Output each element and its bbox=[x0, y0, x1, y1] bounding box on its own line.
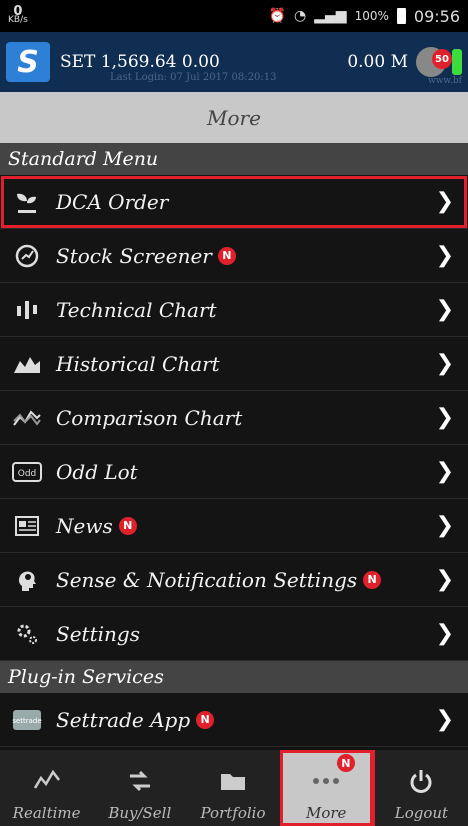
chevron-right-icon: ❯ bbox=[435, 621, 454, 646]
tab-realtime[interactable]: Realtime bbox=[0, 750, 93, 826]
app-logo-icon: S bbox=[6, 42, 50, 82]
sense-icon bbox=[12, 565, 42, 595]
menu-item-label: Stock Screener bbox=[56, 243, 212, 268]
new-badge: N bbox=[118, 516, 137, 535]
chevron-right-icon: ❯ bbox=[435, 189, 454, 214]
buy-sell-icon bbox=[126, 764, 154, 798]
menu-item-stock-screener[interactable]: Stock Screener N ❯ bbox=[0, 229, 468, 283]
menu-item-label: Comparison Chart bbox=[56, 405, 243, 430]
plugin-list: settrade Settrade App N ❯ bbox=[0, 693, 468, 747]
market-volume: 0.00 M bbox=[347, 52, 408, 72]
battery-percent: 100% bbox=[354, 9, 389, 23]
area-chart-icon bbox=[12, 349, 42, 379]
last-login: Last Login: 07 Jul 2017 08:20:13 bbox=[110, 72, 277, 83]
new-badge: N bbox=[196, 710, 215, 729]
connection-status-icon bbox=[452, 49, 462, 75]
tab-label: Buy/Sell bbox=[108, 804, 172, 822]
page-title: More bbox=[0, 92, 468, 143]
tab-logout[interactable]: Logout bbox=[372, 750, 468, 826]
chevron-right-icon: ❯ bbox=[435, 459, 454, 484]
menu-item-label: News bbox=[56, 513, 113, 538]
power-icon bbox=[408, 764, 434, 798]
section-standard-menu: Standard Menu bbox=[0, 143, 468, 175]
menu-item-label: Settings bbox=[56, 621, 140, 646]
menu-item-news[interactable]: News N ❯ bbox=[0, 499, 468, 553]
notification-count: 50 bbox=[432, 49, 452, 69]
tab-label: Logout bbox=[394, 804, 449, 822]
network-speed: 0 KB/s bbox=[8, 4, 28, 25]
set-index: SET 1,569.64 0.00 bbox=[60, 52, 220, 72]
menu-item-label: DCA Order bbox=[56, 189, 169, 214]
menu-item-label: Settrade App bbox=[56, 707, 191, 732]
market-ticker: S SET 1,569.64 0.00 0.00 M 50 Last Login… bbox=[0, 32, 468, 92]
plant-icon bbox=[12, 187, 42, 217]
tab-label: Realtime bbox=[12, 804, 81, 822]
chevron-right-icon: ❯ bbox=[435, 567, 454, 592]
chevron-right-icon: ❯ bbox=[435, 405, 454, 430]
compare-icon bbox=[12, 403, 42, 433]
battery-icon bbox=[396, 8, 406, 24]
new-badge: N bbox=[363, 570, 382, 589]
candlestick-icon bbox=[12, 295, 42, 325]
svg-text:settrade: settrade bbox=[12, 717, 41, 725]
screener-icon bbox=[12, 241, 42, 271]
menu-item-label: Historical Chart bbox=[56, 351, 220, 376]
alarm-icon: ⏰ bbox=[268, 8, 287, 24]
section-plugin-services: Plug-in Services bbox=[0, 661, 468, 693]
bottom-navigation: Realtime Buy/Sell Portfolio More N Logout bbox=[0, 750, 468, 826]
menu-item-historical-chart[interactable]: Historical Chart ❯ bbox=[0, 337, 468, 391]
tab-buy-sell[interactable]: Buy/Sell bbox=[93, 750, 186, 826]
gear-icon bbox=[12, 619, 42, 649]
news-icon bbox=[12, 511, 42, 541]
notification-icon[interactable]: 50 bbox=[416, 47, 452, 77]
site-label: www.bf bbox=[428, 76, 462, 86]
menu-item-settrade-app[interactable]: settrade Settrade App N ❯ bbox=[0, 693, 468, 747]
odd-lot-icon: Odd bbox=[12, 457, 42, 487]
menu-item-dca-order[interactable]: DCA Order ❯ bbox=[0, 175, 468, 229]
new-badge: N bbox=[217, 246, 236, 265]
svg-text:Odd: Odd bbox=[18, 469, 37, 479]
settrade-app-icon: settrade bbox=[12, 705, 42, 735]
new-badge: N bbox=[336, 754, 355, 772]
chevron-right-icon: ❯ bbox=[435, 513, 454, 538]
wifi-icon: ◔ bbox=[294, 8, 307, 24]
folder-icon bbox=[219, 764, 247, 798]
menu-item-settings[interactable]: Settings ❯ bbox=[0, 607, 468, 661]
tab-more[interactable]: More N bbox=[279, 750, 373, 826]
status-bar: 0 KB/s ⏰ ◔ ▂▄▆ 100% 09:56 bbox=[0, 0, 468, 32]
menu-item-technical-chart[interactable]: Technical Chart ❯ bbox=[0, 283, 468, 337]
realtime-icon bbox=[33, 764, 61, 798]
tab-label: Portfolio bbox=[200, 804, 266, 822]
menu-item-comparison-chart[interactable]: Comparison Chart ❯ bbox=[0, 391, 468, 445]
more-icon bbox=[311, 764, 341, 798]
clock: 09:56 bbox=[413, 6, 460, 26]
chevron-right-icon: ❯ bbox=[435, 351, 454, 376]
chevron-right-icon: ❯ bbox=[435, 707, 454, 732]
standard-menu-list: DCA Order ❯ Stock Screener N ❯ Technical Char… bbox=[0, 175, 468, 661]
menu-item-label: Technical Chart bbox=[56, 297, 217, 322]
menu-item-label: Odd Lot bbox=[56, 459, 138, 484]
chevron-right-icon: ❯ bbox=[435, 243, 454, 268]
menu-item-sense-notification-settings[interactable]: Sense & Notification Settings N ❯ bbox=[0, 553, 468, 607]
tab-portfolio[interactable]: Portfolio bbox=[186, 750, 279, 826]
signal-icon: ▂▄▆ bbox=[314, 8, 347, 24]
chevron-right-icon: ❯ bbox=[435, 297, 454, 322]
tab-label: More bbox=[305, 804, 347, 822]
menu-item-label: Sense & Notification Settings bbox=[56, 567, 358, 592]
menu-item-odd-lot[interactable]: Odd Odd Lot ❯ bbox=[0, 445, 468, 499]
